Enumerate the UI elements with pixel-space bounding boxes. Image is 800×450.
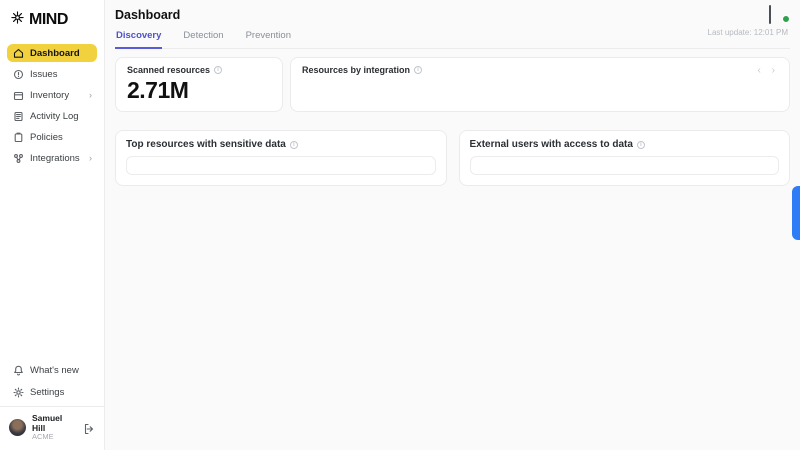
sidebar-item-activity-log[interactable]: Activity Log: [7, 107, 97, 125]
integration-pager[interactable]: ‹ ›: [758, 65, 779, 76]
sidebar-item-label: Issues: [30, 69, 57, 80]
info-icon: i: [290, 141, 298, 149]
info-icon: i: [414, 66, 422, 74]
scanned-resources-value: 2.71M: [127, 77, 271, 104]
sidebar-item-label: Dashboard: [30, 48, 80, 59]
user-org: ACME: [32, 433, 77, 442]
sidebar-item-label: Policies: [30, 132, 63, 143]
main-content: Dashboard Last update: 12:01 PM Discover…: [105, 0, 800, 450]
tab-detection[interactable]: Detection: [182, 30, 224, 49]
resources-by-integration-title: Resources by integration: [302, 65, 410, 75]
dashboard-tabs: Discovery Detection Prevention: [115, 30, 790, 49]
avatar: [9, 419, 26, 436]
sidebar-nav: Dashboard Issues Inventory › Activity Log Pol…: [7, 44, 97, 170]
mind-logo-icon: [10, 10, 25, 30]
table-header: [471, 157, 779, 174]
activity-icon: [13, 111, 24, 122]
home-icon: [13, 48, 24, 59]
resources-by-integration-card: Resources by integration i ‹ ›: [290, 57, 790, 112]
sidebar-item-inventory[interactable]: Inventory ›: [7, 86, 97, 104]
external-users-card: External users with access to data i: [459, 130, 791, 186]
logo-text: MIND: [29, 11, 68, 29]
sidebar-item-label: Activity Log: [30, 111, 79, 122]
sidebar-item-dashboard[interactable]: Dashboard: [7, 44, 97, 62]
integrations-icon: [13, 153, 24, 164]
inventory-icon: [13, 90, 24, 101]
top-resources-card: Top resources with sensitive data i: [115, 130, 447, 186]
integration-status-strip: [759, 6, 788, 21]
sidebar-item-label: Inventory: [30, 90, 69, 101]
scanned-resources-card: Scanned resources i 2.71M: [115, 57, 283, 112]
chevron-right-icon: ›: [89, 90, 92, 100]
whats-new-button[interactable]: What's new: [7, 362, 97, 380]
user-name: Samuel Hill: [32, 414, 77, 434]
whats-new-label: What's new: [30, 365, 79, 376]
policies-icon: [13, 132, 24, 143]
external-users-title: External users with access to data: [470, 139, 633, 150]
issues-icon: [13, 69, 24, 80]
sidebar-item-label: Integrations: [30, 153, 80, 164]
sidebar-item-integrations[interactable]: Integrations ›: [7, 149, 97, 167]
scanned-resources-title: Scanned resources: [127, 65, 210, 75]
info-icon: i: [637, 141, 645, 149]
table-header: [127, 157, 435, 174]
sidebar: MIND Dashboard Issues Inventory › Activity L…: [0, 0, 105, 450]
logo: MIND: [7, 10, 97, 30]
page-title: Dashboard: [115, 8, 790, 22]
sidebar-item-policies[interactable]: Policies: [7, 128, 97, 146]
bell-icon: [13, 365, 24, 376]
chat-online-badge: [782, 15, 790, 23]
settings-label: Settings: [30, 387, 64, 398]
logout-icon[interactable]: [83, 422, 95, 434]
sidebar-item-issues[interactable]: Issues: [7, 65, 97, 83]
tab-discovery[interactable]: Discovery: [115, 30, 162, 49]
top-resources-title: Top resources with sensitive data: [126, 139, 286, 150]
chat-icon: [769, 5, 771, 24]
chevron-right-icon: ›: [89, 153, 92, 163]
tab-prevention[interactable]: Prevention: [245, 30, 292, 49]
last-update-text: Last update: 12:01 PM: [708, 28, 789, 37]
support-chat-button[interactable]: [769, 6, 788, 21]
user-profile[interactable]: Samuel Hill ACME: [0, 406, 104, 442]
info-icon: i: [214, 66, 222, 74]
feedback-edge-tab[interactable]: [792, 186, 800, 240]
settings-button[interactable]: Settings: [7, 384, 97, 402]
gear-icon: [13, 387, 24, 398]
